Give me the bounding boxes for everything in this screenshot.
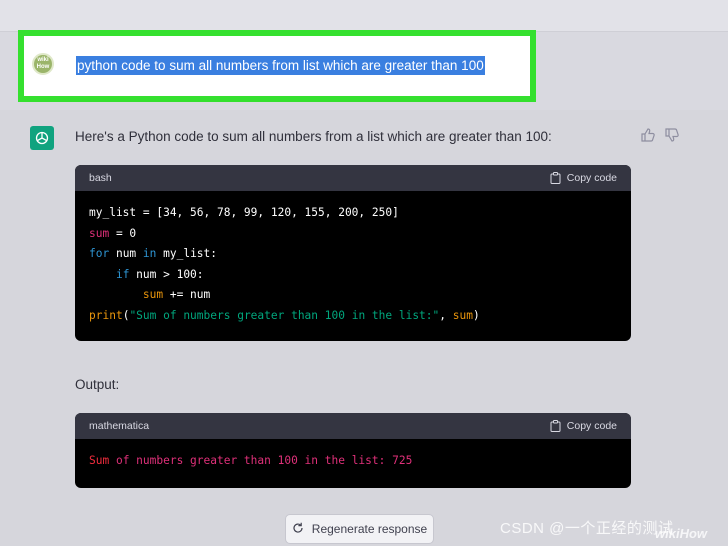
- clipboard-icon: [550, 172, 561, 184]
- code-language-label: mathematica: [89, 420, 150, 432]
- user-message: wiki How python code to sum all numbers …: [18, 30, 536, 102]
- copy-code-label: Copy code: [566, 172, 617, 184]
- clipboard-icon: [550, 420, 561, 432]
- csdn-watermark: CSDN @一个正经的测试: [500, 520, 674, 537]
- refresh-icon: [292, 522, 304, 537]
- thumbs-up-icon[interactable]: [640, 127, 656, 143]
- copy-code-button[interactable]: Copy code: [550, 420, 617, 432]
- code-body: my_list = [34, 56, 78, 99, 120, 155, 200…: [89, 206, 480, 322]
- code-block-output: mathematica Copy code Sum of numbers gre…: [75, 413, 631, 488]
- regenerate-response-button[interactable]: Regenerate response: [285, 514, 434, 544]
- copy-code-label: Copy code: [566, 420, 617, 432]
- user-message-text: python code to sum all numbers from list…: [76, 56, 485, 75]
- code-block-python: bash Copy code my_list = [34, 56, 78, 99…: [75, 165, 631, 341]
- user-avatar: wiki How: [32, 53, 54, 75]
- assistant-intro-text: Here's a Python code to sum all numbers …: [75, 129, 552, 144]
- code-body: Sum of numbers greater than 100 in the l…: [89, 454, 413, 467]
- code-block-header: bash Copy code: [75, 165, 631, 191]
- assistant-message: Here's a Python code to sum all numbers …: [0, 110, 728, 546]
- code-block-header: mathematica Copy code: [75, 413, 631, 439]
- wikihow-watermark: wikiHow: [655, 526, 708, 541]
- top-strip: [0, 0, 728, 32]
- output-label: Output:: [75, 377, 120, 392]
- code-language-label: bash: [89, 172, 112, 184]
- regenerate-response-label: Regenerate response: [311, 522, 428, 536]
- copy-code-button[interactable]: Copy code: [550, 172, 617, 184]
- thumbs-down-icon[interactable]: [664, 127, 680, 143]
- chatgpt-logo-icon: [30, 126, 54, 150]
